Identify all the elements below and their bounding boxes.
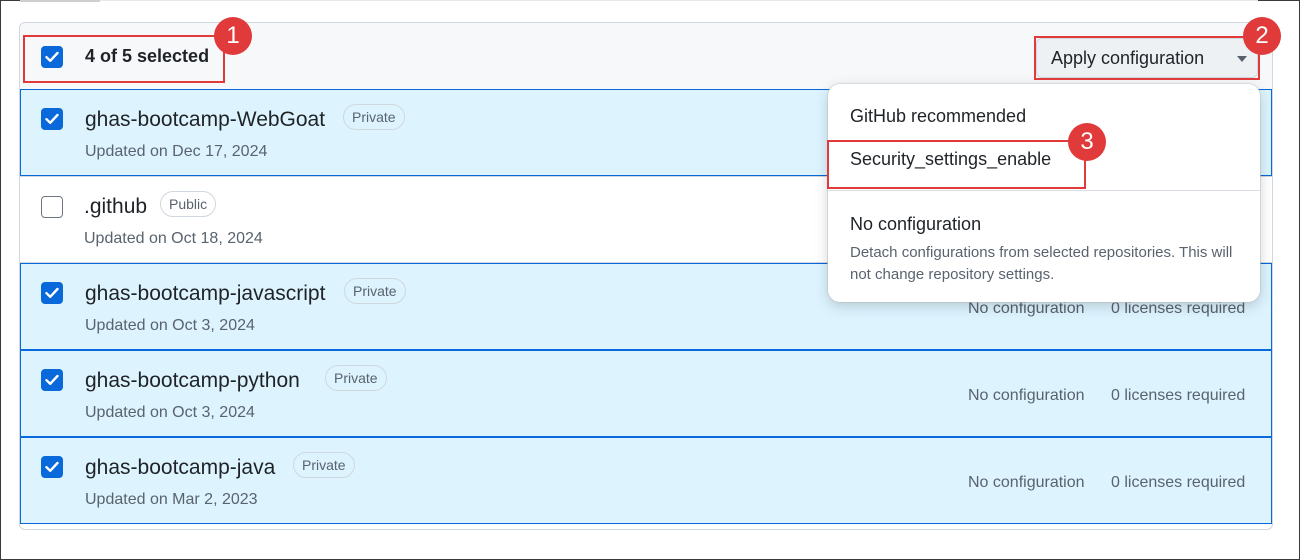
menu-item-github-recommended[interactable]: GitHub recommended xyxy=(850,106,1026,127)
check-icon xyxy=(45,461,59,472)
repo-row[interactable]: ghas-bootcamp-python Private Updated on … xyxy=(20,350,1272,437)
annotation-box-1 xyxy=(23,35,225,83)
repo-row[interactable]: ghas-bootcamp-java Private Updated on Ma… xyxy=(20,437,1272,524)
repo-licenses-required: 0 licenses required xyxy=(1111,300,1246,317)
repo-licenses-required: 0 licenses required xyxy=(1111,474,1246,491)
menu-item-no-configuration[interactable]: No configuration xyxy=(850,214,981,235)
repo-name-link[interactable]: ghas-bootcamp-python xyxy=(85,369,300,393)
repo-name-link[interactable]: ghas-bootcamp-java xyxy=(85,456,275,480)
top-divider-accent xyxy=(20,0,100,2)
repo-name-link[interactable]: .github xyxy=(84,195,147,219)
annotation-box-3 xyxy=(827,140,1086,189)
repo-updated-date: Updated on Mar 2, 2023 xyxy=(85,491,258,508)
repo-updated-date: Updated on Oct 3, 2024 xyxy=(85,317,255,334)
visibility-badge: Private xyxy=(344,278,406,304)
repo-checkbox[interactable] xyxy=(41,282,63,304)
check-icon xyxy=(45,287,59,298)
visibility-badge: Private xyxy=(343,104,405,130)
repo-name-link[interactable]: ghas-bootcamp-WebGoat xyxy=(85,108,325,132)
repo-checkbox[interactable] xyxy=(41,196,63,218)
repo-configuration: No configuration xyxy=(968,387,1085,404)
menu-divider xyxy=(828,190,1260,191)
visibility-badge: Private xyxy=(325,365,387,391)
repo-name-link[interactable]: ghas-bootcamp-javascript xyxy=(85,282,325,306)
annotation-badge-1: 1 xyxy=(214,17,252,55)
repo-checkbox[interactable] xyxy=(41,108,63,130)
repo-licenses-required: 0 licenses required xyxy=(1111,387,1246,404)
check-icon xyxy=(45,374,59,385)
repo-updated-date: Updated on Oct 18, 2024 xyxy=(84,230,263,247)
repo-checkbox[interactable] xyxy=(41,369,63,391)
repo-checkbox[interactable] xyxy=(41,456,63,478)
repo-updated-date: Updated on Dec 17, 2024 xyxy=(85,143,268,160)
annotation-box-2 xyxy=(1034,36,1260,80)
top-divider xyxy=(20,0,1258,1)
repo-configuration: No configuration xyxy=(968,474,1085,491)
repo-updated-date: Updated on Oct 3, 2024 xyxy=(85,404,255,421)
repo-configuration: No configuration xyxy=(968,300,1085,317)
check-icon xyxy=(45,113,59,124)
visibility-badge: Private xyxy=(293,452,355,478)
apply-configuration-menu: GitHub recommended Security_settings_ena… xyxy=(828,84,1260,302)
annotation-badge-3: 3 xyxy=(1068,123,1106,161)
visibility-badge: Public xyxy=(160,191,217,217)
menu-item-description: Detach configurations from selected repo… xyxy=(850,244,1233,283)
annotation-badge-2: 2 xyxy=(1243,17,1281,55)
